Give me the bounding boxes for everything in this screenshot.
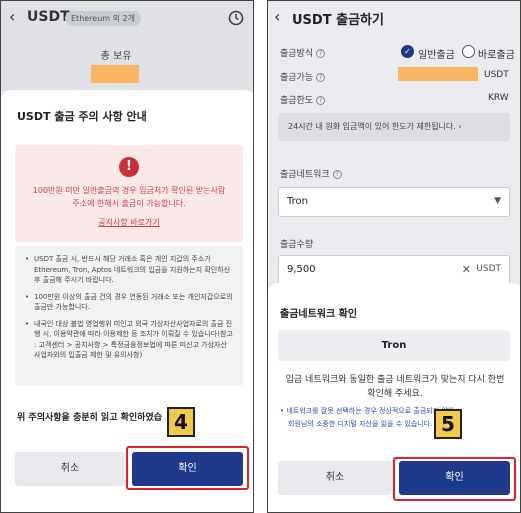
limit-unit: KRW [488,93,509,103]
notice-link[interactable]: 공지사항 바로가기 [15,217,243,228]
network-select[interactable]: Tron ▼ [278,187,510,217]
amount-unit: USDT [476,264,501,274]
note-item: USDT 출금 시, 반드시 해당 거래소 혹은 개인 지갑의 주소가 Ethe… [25,254,233,286]
amount-label: 출금수량 [280,240,314,250]
available-unit: USDT [484,70,509,80]
chevron-right-icon: › [458,122,462,131]
selected-network: Tron [278,330,510,361]
note-item: 내국인 대상 불법 영업행위 미인고 외국 가상자산사업자로의 출금 진행 시,… [25,319,233,361]
method-label: 출금방식? [280,46,326,59]
sheet-title: 출금네트워크 확인 [280,309,358,320]
total-holdings-label: 총 보유 [100,51,132,62]
clear-icon[interactable]: ✕ [462,263,471,276]
exclamation-icon: ! [119,157,139,177]
radio-quick-withdrawal[interactable] [462,45,475,58]
radio-normal-withdrawal[interactable]: ✓ [401,45,414,58]
network-value: Tron [287,196,308,207]
confirm-highlight [126,446,249,490]
history-icon[interactable] [227,9,245,27]
back-icon[interactable]: ‹ [274,7,280,26]
step-badge: 4 [167,407,195,437]
asset-header-area: ‹ USDT Ethereum 외 2개 총 보유 [1,1,253,91]
cancel-button[interactable]: 취소 [15,452,125,486]
sheet-message-line: 확인해 주세요. [367,389,423,399]
redacted-balance [91,65,139,83]
back-icon[interactable]: ‹ [9,7,15,26]
network-label: 출금네트워크? [280,167,342,180]
right-screen: ‹ USDT 출금하기 출금방식? ✓ 일반출금 바로출금 출금가능? USDT… [267,0,521,513]
confirm-highlight [393,457,516,501]
sheet-title: USDT 출금 주의 사항 안내 [17,110,147,123]
limit-label: 출금한도? [280,93,326,106]
radio-quick-label[interactable]: 바로출금 [478,46,515,61]
amount-value: 9,500 [287,264,316,275]
left-screen: ‹ USDT Ethereum 외 2개 총 보유 USDT 출금 주의 사항 … [0,0,254,513]
amount-input[interactable]: 9,500 ✕ USDT [278,255,510,285]
chevron-down-icon: ▼ [494,196,501,206]
sheet-message-line: 입금 네트워크와 동일한 출금 네트워크가 맞는지 다시 한번 [285,375,505,385]
help-icon[interactable]: ? [332,170,342,179]
available-label: 출금가능? [280,70,326,83]
help-icon[interactable]: ? [316,49,326,58]
radio-normal-label[interactable]: 일반출금 [418,46,455,61]
app-header: ‹ USDT 출금하기 [268,1,520,35]
page-title: USDT [27,9,70,25]
warning-line: 주소에 한해서 출금이 가능합니다. [72,199,186,208]
warning-line: 100만원 미만 일반출금의 경우 입금처가 확인된 받는사람 [32,186,226,195]
redacted-available-amount [398,67,478,81]
sheet-warning-note: 회원님의 소중한 디지털 자산을 잃을 수 있습니다. [288,420,433,428]
confirm-statement[interactable]: 위 주의사항을 충분히 읽고 확인하였습 [17,410,162,423]
step-badge: 5 [434,409,462,439]
cancel-button[interactable]: 취소 [278,461,392,495]
network-chip[interactable]: Ethereum 외 2개 [65,11,141,26]
page-title: USDT 출금하기 [292,13,384,28]
warning-box: ! 100만원 미만 일반출금의 경우 입금처가 확인된 받는사람 주소에 한해… [15,145,243,242]
notes-box: USDT 출금 시, 반드시 해당 거래소 혹은 개인 지갑의 주소가 Ethe… [15,246,243,386]
note-item: 100만원 이상의 출금 건의 경우 연동된 거래소 또는 개인지갑으로의 출금… [25,292,233,313]
sheet-warning-note: • 네트워크를 잘못 선택하는 경우 정상적으로 출금되지 않아 [280,407,455,415]
help-icon[interactable]: ? [316,96,326,105]
check-icon: ✓ [404,47,411,56]
help-icon[interactable]: ? [316,73,326,82]
app-header: ‹ USDT Ethereum 외 2개 [1,1,253,35]
limit-notice[interactable]: 24시간 내 원화 입금액이 있어 한도가 제한됩니다. › [278,113,510,141]
